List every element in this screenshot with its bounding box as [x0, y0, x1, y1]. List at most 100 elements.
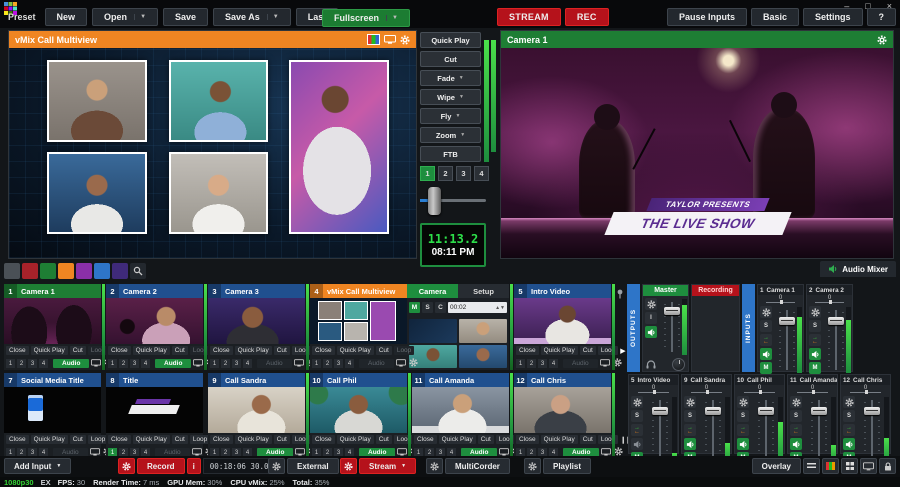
t-bar-handle[interactable] — [428, 187, 441, 215]
cut-button[interactable]: Cut — [273, 435, 290, 444]
solo-button[interactable]: S — [843, 410, 855, 422]
input-12[interactable]: 12 Call Chris Close Quick Play Cut Loop ❙❙ 1 2 3 4… — [514, 373, 631, 459]
solo-button[interactable]: S — [809, 320, 821, 332]
fullscreen-monitor-icon[interactable] — [193, 358, 204, 369]
overlay-1-button[interactable]: 1 — [6, 359, 15, 368]
settings-button[interactable]: Settings — [802, 8, 863, 26]
audio-toggle-button[interactable]: Audio — [563, 359, 598, 368]
transition-preset-4[interactable]: 4 — [474, 166, 489, 181]
transition-quick-play-button[interactable]: Quick Play — [420, 32, 481, 48]
speaker-mute-button[interactable] — [809, 348, 821, 360]
gear-icon[interactable] — [409, 358, 418, 369]
close-button[interactable]: Close — [6, 346, 29, 355]
transition-zoom-button[interactable]: Zoom ▼ — [420, 127, 481, 143]
transition-ftb-button[interactable]: FTB — [420, 146, 481, 162]
playlist-settings-gear[interactable] — [524, 458, 541, 474]
close-button[interactable]: Close — [210, 435, 233, 444]
gear-icon[interactable] — [645, 298, 657, 310]
quick-play-button[interactable]: Quick Play — [30, 435, 68, 444]
setup-tab[interactable]: Setup — [458, 284, 509, 298]
headphones-icon[interactable] — [646, 356, 656, 374]
transition-preset-1[interactable]: 1 — [420, 166, 435, 181]
fullscreen-monitor-icon[interactable] — [599, 358, 610, 369]
close-button[interactable]: Close — [414, 435, 437, 444]
bus-routing-button[interactable]: → ← — [737, 424, 749, 436]
speaker-mute-button[interactable] — [684, 438, 696, 450]
overlay-1-button[interactable]: 1 — [312, 359, 321, 368]
pan-slider[interactable]: 0 — [841, 385, 890, 394]
pin-icon[interactable] — [616, 284, 625, 372]
fullscreen-monitor-icon[interactable] — [293, 358, 304, 369]
fader-handle[interactable] — [758, 406, 774, 415]
cut-button[interactable]: Cut — [171, 346, 188, 355]
input-thumbnail[interactable] — [106, 387, 203, 433]
loop-button[interactable]: Loop — [393, 346, 415, 355]
preview-video[interactable] — [9, 48, 416, 258]
close-button[interactable]: Close — [516, 435, 539, 444]
transition-preset-3[interactable]: 3 — [456, 166, 471, 181]
call-duration-spinner[interactable]: 00:02 ▲▼ — [448, 302, 507, 313]
cut-button[interactable]: Cut — [375, 435, 392, 444]
overlay-4-button[interactable]: 4 — [141, 359, 150, 368]
call-s-button[interactable]: S — [422, 302, 433, 313]
rec-status-button[interactable]: REC — [564, 8, 609, 26]
input-8[interactable]: 8TitleCloseQuick PlayCutLoop▶1234Audio — [106, 373, 218, 459]
close-button[interactable]: Close — [210, 346, 233, 355]
overlay-1-button[interactable]: 1 — [210, 359, 219, 368]
input-1[interactable]: 1 Camera 1 Close Quick Play Cut Loop 1 2 3 4 Audio — [4, 284, 114, 370]
category-tab-1[interactable] — [4, 263, 20, 279]
fullscreen-button[interactable]: Fullscreen ▼ — [322, 9, 410, 27]
basic-button[interactable]: Basic — [750, 8, 799, 26]
cut-button[interactable]: Cut — [69, 435, 86, 444]
cut-button[interactable]: Cut — [477, 435, 494, 444]
input-thumbnail[interactable] — [106, 298, 203, 344]
bus-routing-button[interactable]: → ← — [631, 424, 643, 436]
overlay-2-button[interactable]: 2 — [17, 359, 26, 368]
transition-wipe-button[interactable]: Wipe ▼ — [420, 89, 481, 105]
search-icon[interactable] — [130, 263, 146, 279]
input-header[interactable]: 10 Call Phil — [310, 373, 407, 387]
overlay-1-button[interactable]: 1 — [108, 359, 117, 368]
input-3[interactable]: 3 Camera 3 Close Quick Play Cut Loop 1 2 3 4 Audio — [208, 284, 316, 370]
input-thumbnail[interactable] — [514, 298, 611, 344]
cut-button[interactable]: Cut — [375, 346, 392, 355]
category-tab-6[interactable] — [94, 263, 110, 279]
input-header[interactable]: 12 Call Chris — [514, 373, 611, 387]
fader-handle[interactable] — [705, 406, 721, 415]
input-thumbnail[interactable] — [412, 387, 509, 433]
record-info-button[interactable]: i — [186, 458, 201, 474]
audio-toggle-button[interactable]: Audio — [155, 359, 192, 368]
solo-button[interactable]: S — [790, 410, 802, 422]
quick-play-button[interactable]: Quick Play — [234, 435, 272, 444]
input-header[interactable]: 2 Camera 2 — [106, 284, 203, 298]
transition-preset-2[interactable]: 2 — [438, 166, 453, 181]
quick-play-button[interactable]: Quick Play — [132, 346, 170, 355]
input-10[interactable]: 10Call PhilCloseQuick PlayCutLoop❙❙1234A… — [310, 373, 427, 459]
call-m-button[interactable]: M — [409, 302, 420, 313]
speaker-mute-button[interactable] — [843, 438, 855, 450]
gear-icon[interactable] — [809, 306, 821, 318]
overlay-3-button[interactable]: 3 — [334, 359, 343, 368]
input-header[interactable]: 3 Camera 3 — [208, 284, 305, 298]
overlay-4-button[interactable]: 4 — [549, 359, 558, 368]
quick-play-button[interactable]: Quick Play — [540, 346, 578, 355]
close-button[interactable]: Close — [312, 346, 335, 355]
call-camera-thumb[interactable] — [459, 319, 507, 343]
input-header[interactable]: 8 Title — [106, 373, 203, 387]
pan-slider[interactable]: 0 — [629, 385, 678, 394]
multicorder-button[interactable]: MultiCorder — [445, 458, 510, 474]
camera-tab[interactable]: Camera — [407, 284, 458, 298]
close-button[interactable]: Close — [108, 346, 131, 355]
quick-play-button[interactable]: Quick Play — [234, 346, 272, 355]
transition-fly-button[interactable]: Fly ▼ — [420, 108, 481, 124]
input-7[interactable]: 7 Social Media Title Close Quick Play Cut Loo… — [4, 373, 116, 459]
pan-slider[interactable]: 0 — [735, 385, 784, 394]
category-tab-7[interactable] — [112, 263, 128, 279]
input-thumbnail[interactable] — [310, 298, 407, 344]
overlay-4-button[interactable]: 4 — [39, 359, 48, 368]
gear-icon[interactable] — [877, 34, 887, 45]
bus-routing-button[interactable]: → ← — [684, 424, 696, 436]
fader-handle[interactable] — [664, 307, 680, 316]
cut-button[interactable]: Cut — [579, 346, 596, 355]
pan-slider[interactable]: 0 — [788, 385, 837, 394]
